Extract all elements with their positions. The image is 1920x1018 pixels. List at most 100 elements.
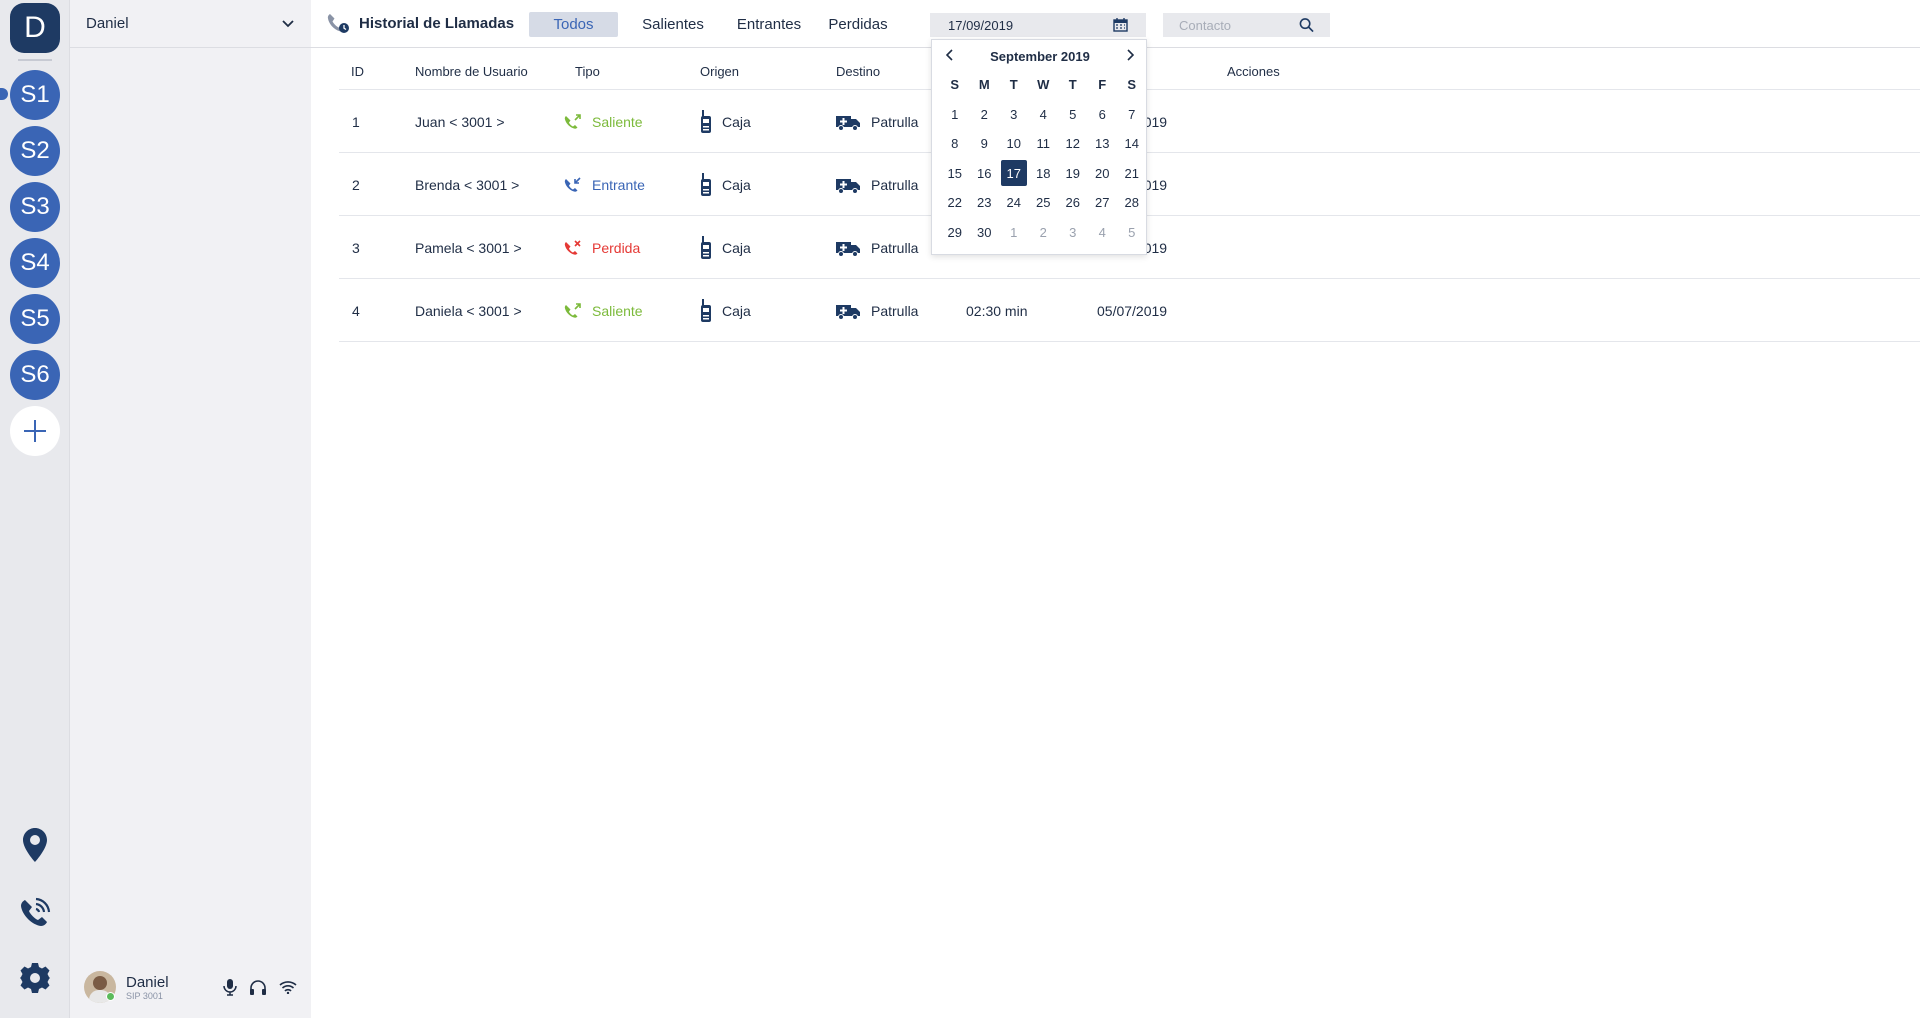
calendar-day[interactable]: 25: [1029, 188, 1059, 218]
date-filter-field[interactable]: 17/09/2019: [930, 13, 1146, 37]
tab-perdidas[interactable]: Perdidas: [828, 12, 888, 37]
secondary-sidebar: Daniel Daniel SIP 3001: [70, 0, 311, 1018]
calendar-day[interactable]: 29: [940, 218, 970, 248]
calendar-day[interactable]: 2: [1029, 218, 1059, 248]
calendar-day[interactable]: 11: [1029, 129, 1059, 159]
calendar-day[interactable]: 21: [1117, 159, 1147, 189]
calendar-day[interactable]: 10: [999, 129, 1029, 159]
calendar-day[interactable]: 30: [970, 218, 1000, 248]
calendar-day[interactable]: 2: [970, 100, 1000, 130]
calendar-day[interactable]: 5: [1117, 218, 1147, 248]
calendar-day[interactable]: 7: [1117, 100, 1147, 130]
calendar-day[interactable]: 4: [1088, 218, 1118, 248]
cell-type: Saliente: [564, 279, 643, 342]
calendar-day[interactable]: 18: [1029, 159, 1059, 189]
calendar-icon[interactable]: [1113, 18, 1128, 32]
cell-dest: Patrulla: [835, 153, 918, 216]
tab-salientes[interactable]: Salientes: [641, 12, 705, 37]
cell-origin: Caja: [700, 279, 751, 342]
next-month-button[interactable]: [1120, 46, 1140, 64]
contact-search-input[interactable]: [1179, 17, 1299, 33]
user-selector[interactable]: Daniel: [70, 0, 311, 48]
contact-search-field[interactable]: [1163, 13, 1330, 37]
cell-dest-label: Patrulla: [871, 302, 919, 319]
calendar-day[interactable]: 24: [999, 188, 1029, 218]
calendar-day[interactable]: 20: [1088, 159, 1118, 189]
col-user: Nombre de Usuario: [415, 64, 528, 79]
wifi-icon[interactable]: [279, 980, 297, 994]
cell-dest: Patrulla: [835, 90, 918, 153]
col-type: Tipo: [575, 64, 600, 79]
date-picker-popup: September 2019 S M T W T F S 1 2 3 4 5 6 7 8 9 10 11 12 13 1…: [931, 39, 1147, 255]
calendar-day[interactable]: 3: [1058, 218, 1088, 248]
call-history-icon: [327, 14, 349, 33]
calendar-day[interactable]: 12: [1058, 129, 1088, 159]
calendar-day[interactable]: 4: [1029, 100, 1059, 130]
settings-button[interactable]: [15, 958, 55, 998]
weekday-label: S: [1127, 77, 1137, 93]
radio-device-icon: [701, 109, 711, 133]
cell-origin-label: Caja: [722, 302, 751, 319]
calendar-day[interactable]: 1: [940, 100, 970, 130]
home-avatar-button[interactable]: D: [10, 3, 60, 53]
calendar-day[interactable]: 6: [1088, 100, 1118, 130]
calendar-day[interactable]: 8: [940, 129, 970, 159]
search-icon[interactable]: [1299, 17, 1314, 33]
calendar-day[interactable]: 27: [1088, 188, 1118, 218]
footer-user-name: Daniel: [126, 973, 169, 991]
radio-device-icon: [701, 235, 711, 259]
col-origin: Origen: [700, 64, 740, 79]
weekday-label: W: [1037, 77, 1050, 93]
gear-icon: [20, 963, 50, 993]
map-pin-button[interactable]: [15, 825, 55, 865]
tab-todos[interactable]: Todos: [529, 12, 618, 37]
calendar-day[interactable]: 3: [999, 100, 1029, 130]
calendar-day[interactable]: 22: [940, 188, 970, 218]
chevron-down-icon: [282, 19, 294, 27]
headphones-icon[interactable]: [249, 979, 267, 996]
online-status-dot: [106, 992, 115, 1001]
calendar-day[interactable]: 15: [940, 159, 970, 189]
map-pin-icon: [23, 828, 47, 862]
add-server-button[interactable]: [10, 406, 60, 456]
cell-type: Saliente: [564, 90, 643, 153]
calendar-day[interactable]: 5: [1058, 100, 1088, 130]
calendar-day[interactable]: 26: [1058, 188, 1088, 218]
calendar-day[interactable]: 13: [1088, 129, 1118, 159]
calendar-day[interactable]: 28: [1117, 188, 1147, 218]
calendar-day-selected[interactable]: 17: [999, 159, 1029, 189]
tab-entrantes[interactable]: Entrantes: [735, 12, 803, 37]
weekday-label: T: [1009, 77, 1018, 93]
server-s5-button[interactable]: S5: [10, 294, 60, 344]
server-s4-button[interactable]: S4: [10, 238, 60, 288]
server-s2-button[interactable]: S2: [10, 126, 60, 176]
calendar-day[interactable]: 16: [970, 159, 1000, 189]
call-history-button[interactable]: [15, 893, 55, 933]
microphone-icon[interactable]: [223, 978, 237, 996]
cell-id: 4: [352, 302, 360, 319]
calendar-day[interactable]: 9: [970, 129, 1000, 159]
incoming-call-icon: [564, 176, 581, 192]
table-row[interactable]: 4 Daniela < 3001 > Saliente Caja Patrull…: [339, 279, 1920, 342]
radio-device-icon: [701, 172, 711, 196]
cell-dest-label: Patrulla: [871, 176, 919, 193]
server-s6-button[interactable]: S6: [10, 350, 60, 400]
calendar-day[interactable]: 14: [1117, 129, 1147, 159]
server-s1-button[interactable]: S1: [10, 70, 60, 120]
cell-origin-label: Caja: [722, 113, 751, 130]
cell-duration: 02:30 min: [966, 302, 1028, 319]
ambulance-icon: [836, 178, 860, 194]
phone-waves-icon: [21, 897, 51, 926]
date-picker-month: September 2019: [990, 49, 1090, 64]
page-title-text: Historial de Llamadas: [359, 14, 515, 32]
calendar-day[interactable]: 23: [970, 188, 1000, 218]
date-filter-value: 17/09/2019: [948, 17, 1014, 33]
col-actions: Acciones: [1227, 64, 1280, 79]
outgoing-call-icon: [564, 113, 581, 129]
cell-user: Pamela < 3001 >: [415, 239, 522, 256]
calendar-day[interactable]: 1: [999, 218, 1029, 248]
calendar-day[interactable]: 19: [1058, 159, 1088, 189]
cell-origin: Caja: [700, 90, 751, 153]
date-picker-grid: S M T W T F S 1 2 3 4 5 6 7 8 9 10 11 12 13 14 15 16 17 18 19 20 21…: [940, 70, 1144, 247]
server-s3-button[interactable]: S3: [10, 182, 60, 232]
